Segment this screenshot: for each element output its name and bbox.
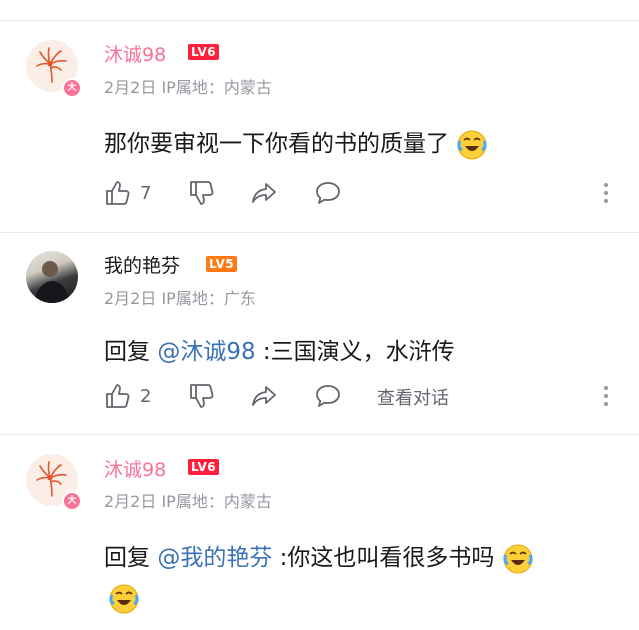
dislike-icon bbox=[190, 181, 214, 205]
laugh-cry-emoji-icon bbox=[457, 130, 487, 159]
vip-badge: 大 bbox=[62, 491, 82, 511]
comment-meta: 2月2日 IP属地：广东 bbox=[104, 289, 256, 308]
dislike-icon bbox=[190, 384, 214, 408]
level-badge: LV5 bbox=[206, 256, 238, 272]
username[interactable]: 我的艳芬 bbox=[104, 251, 180, 278]
share-icon bbox=[252, 183, 276, 203]
comment-divider bbox=[0, 232, 639, 233]
like-icon bbox=[106, 181, 130, 205]
like-count: 2 bbox=[140, 385, 152, 407]
comment-icon bbox=[316, 182, 340, 204]
like-button[interactable]: 2 bbox=[104, 382, 151, 410]
vip-badge: 大 bbox=[62, 78, 82, 98]
dislike-button[interactable] bbox=[188, 179, 216, 207]
share-icon bbox=[252, 386, 276, 406]
reply-button[interactable] bbox=[314, 179, 342, 207]
reply-prefix: 回复 bbox=[104, 339, 150, 365]
laugh-cry-emoji-icon bbox=[503, 544, 533, 573]
username[interactable]: 沐诚98 bbox=[104, 40, 166, 67]
dislike-button[interactable] bbox=[188, 382, 216, 410]
like-count: 7 bbox=[140, 182, 152, 204]
comment-body: :你这也叫看很多书吗 bbox=[279, 545, 495, 571]
avatar[interactable] bbox=[26, 251, 78, 303]
more-icon[interactable] bbox=[600, 384, 612, 408]
comment-meta: 2月2日 IP属地：内蒙古 bbox=[104, 492, 272, 511]
comment-body: 那你要审视一下你看的书的质量了 bbox=[104, 131, 449, 157]
more-icon[interactable] bbox=[600, 181, 612, 205]
comment-body: :三国演义，水浒传 bbox=[262, 339, 455, 365]
comment-text: 回复 @我的艳芬 :你这也叫看很多书吗 bbox=[104, 538, 534, 575]
top-divider bbox=[0, 20, 639, 21]
comment-text: 那你要审视一下你看的书的质量了 bbox=[104, 124, 488, 161]
username[interactable]: 沐诚98 bbox=[104, 455, 166, 482]
share-button[interactable] bbox=[250, 179, 278, 207]
person-avatar-image bbox=[34, 261, 70, 303]
share-button[interactable] bbox=[250, 382, 278, 410]
reply-button[interactable] bbox=[314, 382, 342, 410]
like-icon bbox=[106, 384, 130, 408]
mention-link[interactable]: @沐诚98 bbox=[157, 339, 255, 365]
reply-prefix: 回复 bbox=[104, 545, 150, 571]
level-badge: LV6 bbox=[188, 44, 220, 60]
level-badge: LV6 bbox=[188, 459, 220, 475]
comment-icon bbox=[316, 385, 340, 407]
laugh-cry-emoji-icon bbox=[109, 584, 139, 614]
view-conversation-link[interactable]: 查看对话 bbox=[377, 384, 449, 410]
comment-meta: 2月2日 IP属地：内蒙古 bbox=[104, 78, 272, 97]
mention-link[interactable]: @我的艳芬 bbox=[157, 545, 272, 571]
comment-text: 回复 @沐诚98 :三国演义，水浒传 bbox=[104, 332, 455, 366]
like-button[interactable]: 7 bbox=[104, 179, 151, 207]
comment-divider bbox=[0, 434, 639, 435]
